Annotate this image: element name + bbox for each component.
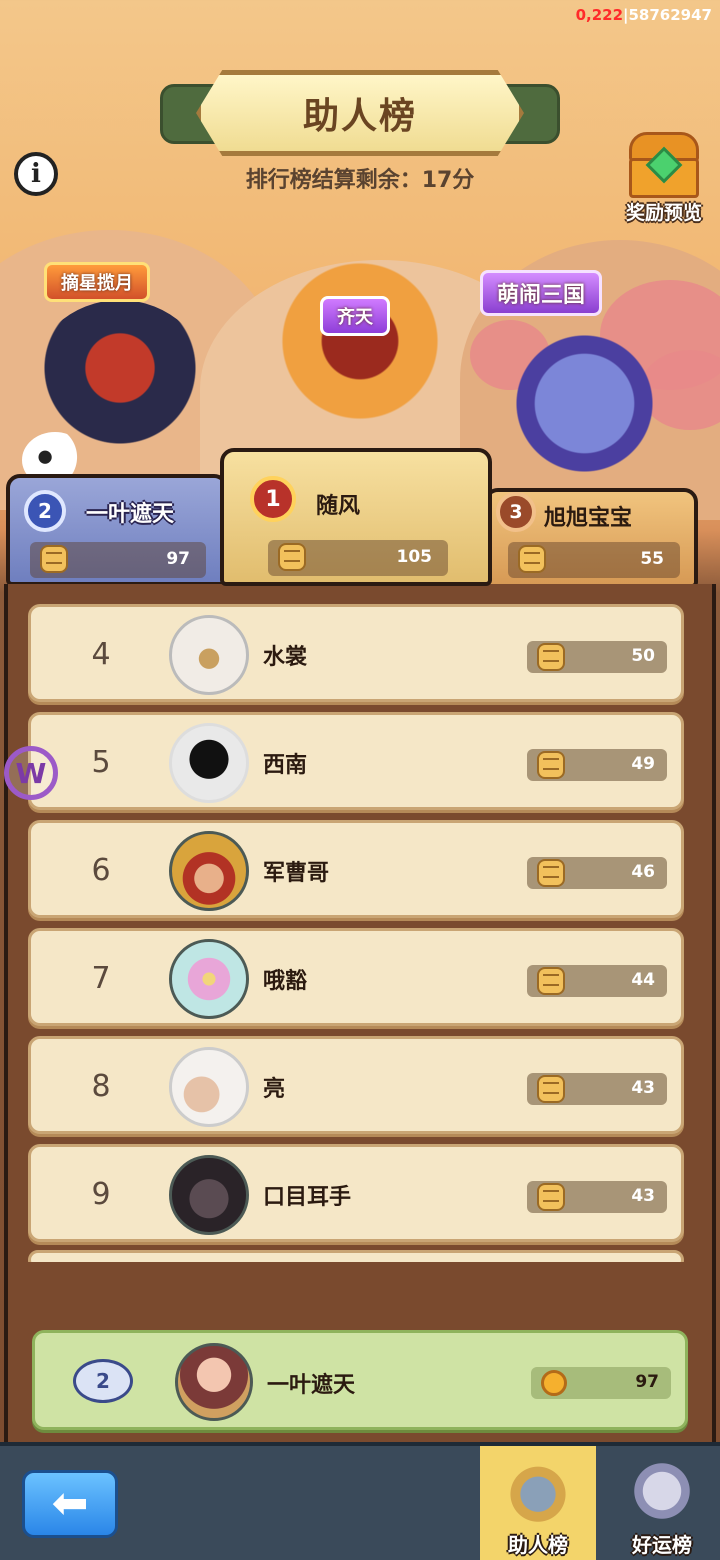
- back-button[interactable]: ⬅: [22, 1470, 118, 1538]
- score-value: 43: [631, 1078, 655, 1098]
- debug-counter-highlight: 0,222: [575, 6, 624, 24]
- podium-third-name: 旭旭宝宝: [544, 506, 633, 531]
- podium-third[interactable]: 3 旭旭宝宝 55: [484, 488, 698, 588]
- page-title: 助人榜: [302, 96, 417, 137]
- my-score-value: 97: [635, 1372, 659, 1392]
- fist-icon: [537, 751, 565, 779]
- avatar: [169, 1155, 249, 1235]
- debug-counter: 0,222|58762947: [576, 6, 712, 24]
- list-item[interactable]: 5 西南 49: [28, 712, 684, 810]
- info-button[interactable]: i: [14, 152, 58, 196]
- avatar: [169, 723, 249, 803]
- score-value: 44: [631, 970, 655, 990]
- fist-icon: [537, 859, 565, 887]
- my-player-name: 一叶遮天: [267, 1373, 356, 1398]
- podium-first-score-value: 105: [396, 547, 433, 567]
- rank-badge-1: 1: [250, 476, 296, 522]
- my-rank-number: 2: [96, 1369, 110, 1393]
- list-item[interactable]: 6 军曹哥 46: [28, 820, 684, 918]
- list-item[interactable]: 7 哦豁 44: [28, 928, 684, 1026]
- rank-number: 4: [91, 637, 111, 672]
- title-banner: 助人榜: [160, 70, 560, 156]
- floating-w-button[interactable]: W: [4, 746, 58, 800]
- rank-number: 6: [91, 853, 111, 888]
- fist-icon: [537, 643, 565, 671]
- score-value: 50: [631, 646, 655, 666]
- fist-icon: [537, 1183, 565, 1211]
- tab-help-label: 助人榜: [508, 1533, 568, 1557]
- rank-badge-2-label: 2: [38, 499, 52, 523]
- player-name: 亮: [263, 1077, 286, 1102]
- avatar: [169, 939, 249, 1019]
- avatar: [175, 1343, 253, 1421]
- player-name: 军曹哥: [263, 861, 330, 886]
- podium-third-score-value: 55: [640, 549, 664, 569]
- score-value: 43: [631, 1186, 655, 1206]
- score-bar: 49: [527, 749, 667, 781]
- my-rank-badge: 2: [73, 1359, 133, 1403]
- tab-luck-ranking[interactable]: 好运榜: [604, 1446, 720, 1560]
- player-name: 口目耳手: [263, 1185, 352, 1210]
- score-bar: 43: [527, 1073, 667, 1105]
- score-value: 49: [631, 754, 655, 774]
- podium-first-name: 随风: [316, 494, 361, 519]
- avatar: [169, 831, 249, 911]
- title-tag-center: 齐天: [320, 296, 390, 336]
- rank-badge-3: 3: [496, 492, 536, 532]
- treasure-chest-icon: [629, 132, 699, 198]
- reward-preview-label: 奖励预览: [625, 202, 702, 224]
- podium-second-name: 一叶遮天: [86, 502, 175, 527]
- rank-number: 8: [91, 1069, 111, 1104]
- avatar: [169, 1047, 249, 1127]
- score-value: 46: [631, 862, 655, 882]
- w-logo-icon: W: [15, 756, 47, 790]
- rank-number: 9: [91, 1177, 111, 1212]
- debug-counter-rest: |58762947: [623, 6, 712, 24]
- help-rank-icon: [503, 1459, 573, 1523]
- score-bar: 50: [527, 641, 667, 673]
- info-icon: i: [31, 159, 41, 189]
- avatar: [169, 615, 249, 695]
- title-tag-right: 萌闹三国: [480, 270, 603, 316]
- podium-second-score: 97: [30, 542, 206, 578]
- score-bar: 43: [527, 1181, 667, 1213]
- player-name: 西南: [263, 753, 308, 778]
- list-item[interactable]: 8 亮 43: [28, 1036, 684, 1134]
- my-rank-row[interactable]: 2 一叶遮天 97: [32, 1330, 688, 1430]
- settlement-countdown: 排行榜结算剩余：17分: [245, 168, 475, 193]
- rank-badge-2: 2: [24, 490, 66, 532]
- my-score-bar: 97: [531, 1367, 671, 1399]
- back-arrow-icon: ⬅: [51, 1478, 89, 1529]
- rank-badge-1-label: 1: [265, 486, 281, 512]
- medal-icon: [541, 1370, 567, 1396]
- tab-help-ranking[interactable]: 助人榜: [480, 1446, 596, 1560]
- rank-badge-3-label: 3: [509, 501, 523, 523]
- podium-first-score: 105: [268, 540, 448, 576]
- rank-number: 5: [91, 745, 111, 780]
- luck-rank-icon: [627, 1459, 697, 1523]
- list-item[interactable]: 9 口目耳手 43: [28, 1144, 684, 1242]
- score-bar: 44: [527, 965, 667, 997]
- player-name: 哦豁: [263, 969, 308, 994]
- fist-icon: [537, 967, 565, 995]
- list-item[interactable]: 4 水裳 50: [28, 604, 684, 702]
- podium-first[interactable]: 1 随风 105: [220, 448, 492, 586]
- banner-plate: 助人榜: [196, 70, 524, 156]
- podium-second-score-value: 97: [166, 549, 190, 569]
- title-tag-left: 摘星揽月: [44, 262, 150, 302]
- bottom-bar: ⬅ 助人榜 好运榜: [0, 1442, 720, 1560]
- fist-icon: [537, 1075, 565, 1103]
- podium-third-score: 55: [508, 542, 680, 578]
- podium-second[interactable]: 2 一叶遮天 97: [6, 474, 228, 586]
- leaderboard-list[interactable]: 4 水裳 50 5 西南 49 6 军曹哥 46 7 哦豁 44 8 亮 43 …: [4, 584, 716, 1264]
- fist-icon: [278, 543, 306, 571]
- right-hero-figure: [480, 310, 670, 480]
- score-bar: 46: [527, 857, 667, 889]
- tab-luck-label: 好运榜: [632, 1533, 692, 1557]
- player-name: 水裳: [263, 645, 308, 670]
- rank-number: 7: [91, 961, 111, 996]
- fist-icon: [518, 545, 546, 573]
- fist-icon: [40, 545, 68, 573]
- reward-preview-button[interactable]: 奖励预览: [618, 132, 710, 225]
